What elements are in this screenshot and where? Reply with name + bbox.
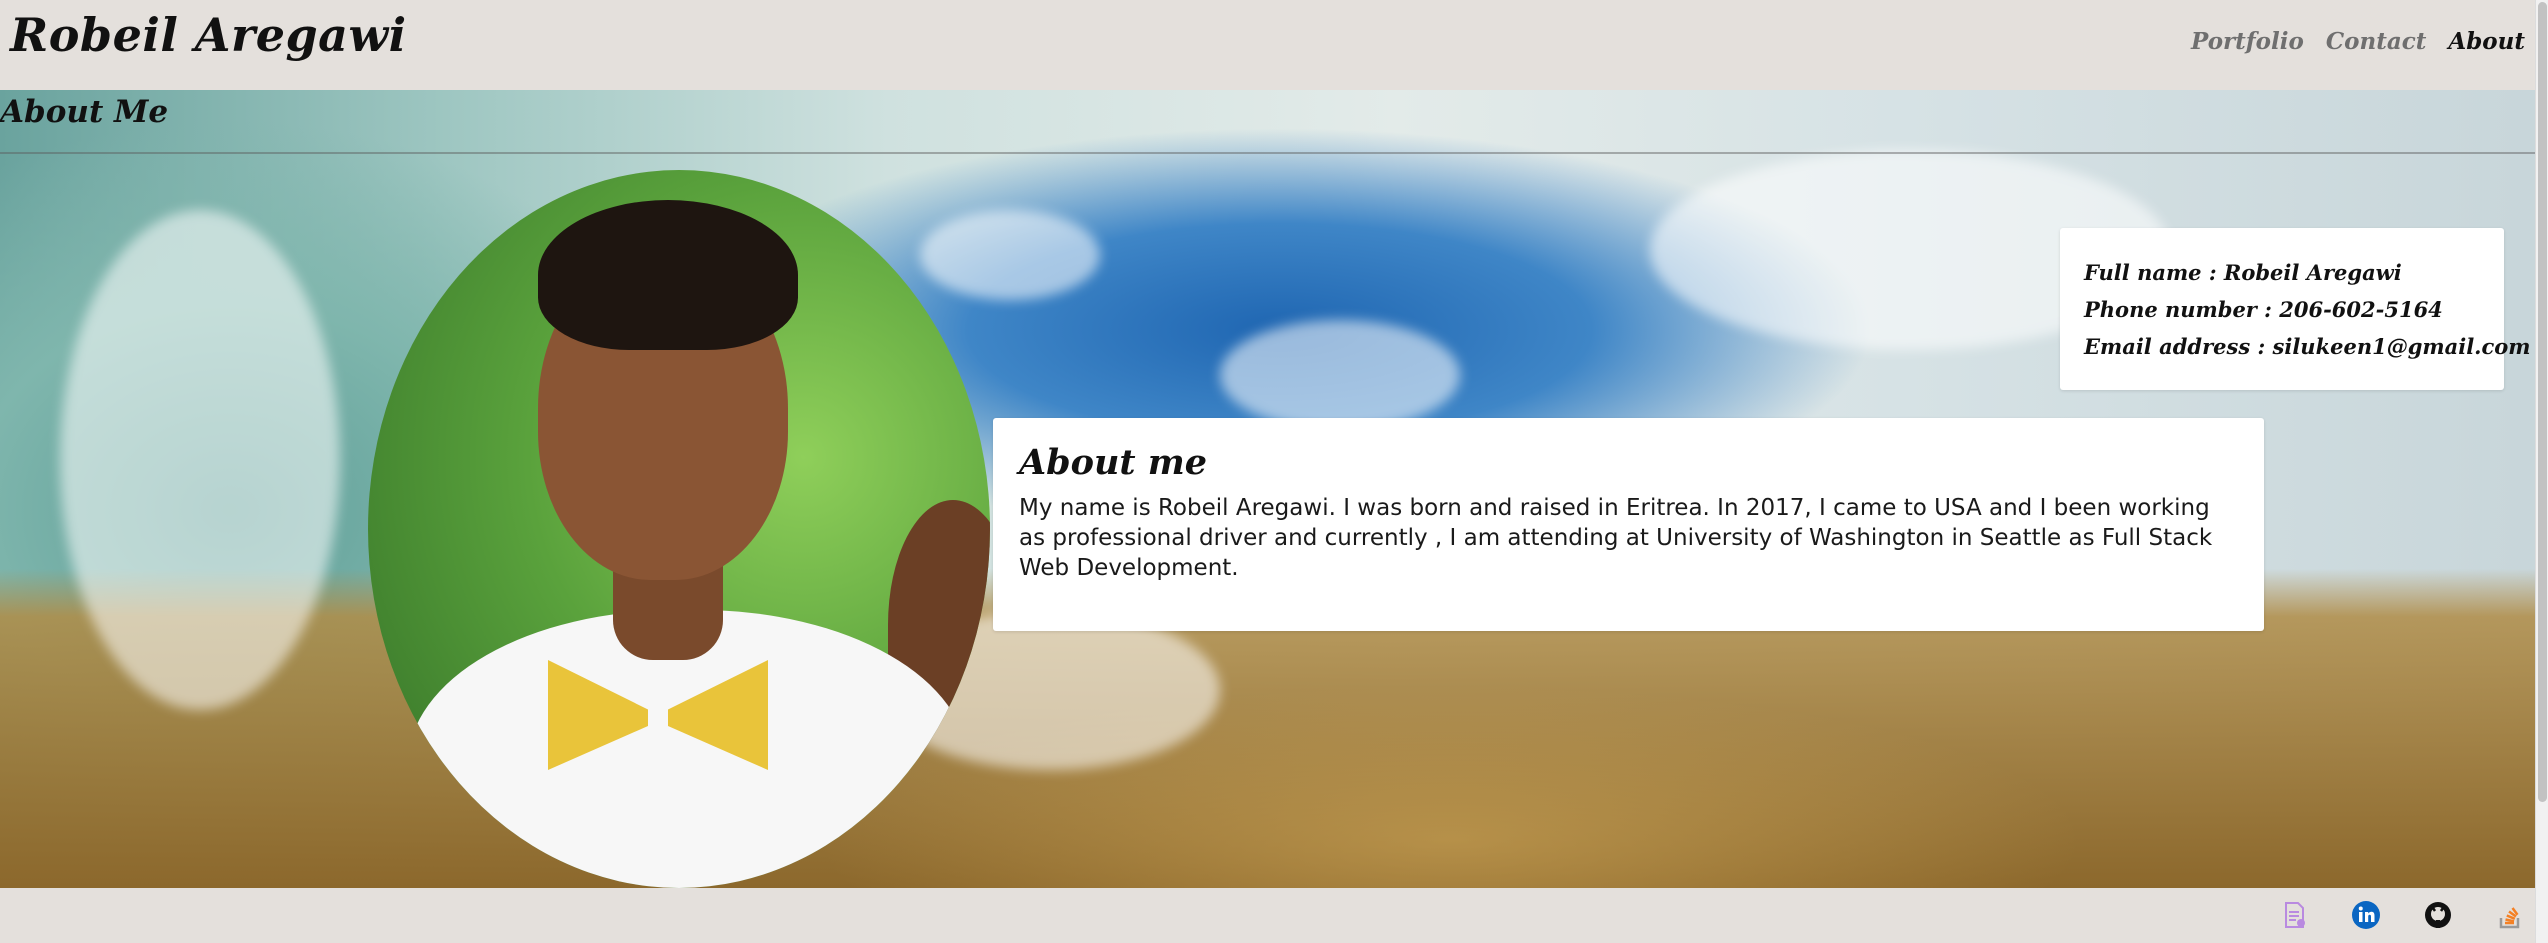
page-title: About Me [0, 94, 169, 130]
site-footer [0, 888, 2535, 943]
hero-section: About Me Full name : Robeil Aregawi Phon… [0, 90, 2535, 888]
linkedin-icon[interactable] [2351, 900, 2381, 930]
nav-about[interactable]: About [2448, 28, 2525, 55]
background-cloud [1220, 320, 1460, 430]
nav-portfolio[interactable]: Portfolio [2191, 28, 2304, 55]
full-name-text: Full name : Robeil Aregawi [2084, 260, 2402, 285]
about-paragraph: My name is Robeil Aregawi. I was born an… [1019, 495, 2213, 581]
background-cloud [920, 210, 1100, 300]
title-divider [0, 152, 2535, 154]
scrollbar-thumb[interactable] [2538, 2, 2547, 802]
nav-contact[interactable]: Contact [2326, 28, 2427, 55]
profile-photo [368, 170, 990, 888]
photo-hair [538, 200, 798, 350]
site-header: Robeil Aregawi Portfolio Contact About [0, 0, 2535, 90]
about-card: About me My name is Robeil Aregawi. I wa… [993, 418, 2264, 631]
resume-icon[interactable] [2279, 900, 2309, 930]
email-text: Email address : silukeen1@gmail.com [2084, 334, 2531, 359]
phone-text: Phone number : 206-602-5164 [2084, 297, 2443, 322]
github-icon[interactable] [2423, 900, 2453, 930]
background-foam [60, 210, 340, 710]
stackoverflow-icon[interactable] [2495, 900, 2525, 930]
social-links [2279, 900, 2525, 930]
photo-bow-tie [548, 660, 768, 780]
brand-title[interactable]: Robeil Aregawi [10, 8, 407, 62]
about-heading: About me [1019, 442, 1208, 483]
main-nav: Portfolio Contact About [2191, 28, 2525, 55]
vertical-scrollbar[interactable] [2535, 0, 2548, 943]
contact-info-card: Full name : Robeil Aregawi Phone number … [2060, 228, 2531, 390]
